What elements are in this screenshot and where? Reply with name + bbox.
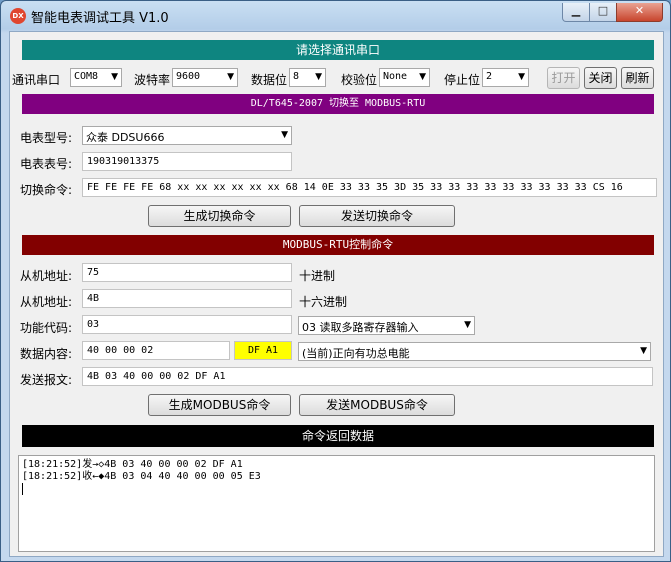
text-cursor (22, 483, 23, 495)
close-icon: ✕ (634, 4, 645, 17)
slave-addr-dec-value: 75 (87, 267, 100, 278)
app-window: DX 智能电表调试工具 V1.0 ▁ □ ✕ 请选择通讯串口 通讯串口 COM8… (0, 0, 671, 562)
chevron-down-icon: ▼ (640, 346, 647, 356)
slave-addr-hex-input[interactable]: 4B (82, 289, 292, 308)
close-window-button[interactable]: ✕ (616, 3, 663, 22)
send-message-label: 发送报文: (20, 373, 73, 387)
crc-value: DF A1 (247, 345, 279, 356)
send-message-value: 4B 03 40 00 00 02 DF A1 (87, 371, 226, 382)
data-content-input[interactable]: 40 00 00 02 (82, 341, 230, 360)
slave-addr-dec-unit: 十进制 (299, 269, 336, 283)
modbus-header: MODBUS-RTU控制命令 (22, 235, 654, 255)
minimize-button[interactable]: ▁ (562, 3, 590, 22)
meter-type-value: 众泰 DDSU666 (86, 131, 165, 144)
chevron-down-icon: ▼ (518, 72, 525, 82)
meter-type-select[interactable]: 众泰 DDSU666 ▼ (82, 126, 292, 145)
data-content-value: 40 00 00 02 (87, 345, 154, 356)
slave-addr-dec-label: 从机地址: (20, 269, 73, 283)
switch-cmd-label: 切换命令: (20, 183, 73, 197)
function-code-value: 03 (87, 319, 100, 330)
port-label: 通讯串口 (12, 73, 61, 87)
function-code-select-value: 03 读取多路寄存器输入 (302, 321, 419, 334)
convert-header: DL/T645-2007 切换至 MODBUS-RTU (22, 94, 654, 114)
chevron-down-icon: ▼ (419, 72, 426, 82)
port-select[interactable]: COM8 ▼ (70, 68, 122, 87)
databits-value: 8 (293, 71, 300, 82)
generate-modbus-command-button[interactable]: 生成MODBUS命令 (148, 394, 291, 416)
parity-label: 校验位 (341, 73, 378, 87)
serial-header: 请选择通讯串口 (22, 40, 654, 60)
switch-cmd-value: FE FE FE FE 68 xx xx xx xx xx xx 68 14 0… (87, 182, 623, 193)
refresh-ports-button[interactable]: 刷新 (621, 67, 654, 89)
slave-addr-hex-unit: 十六进制 (299, 295, 348, 309)
log-line: [18:21:52]发→◇4B 03 40 00 00 02 DF A1 (22, 459, 243, 470)
baud-label: 波特率 (134, 73, 171, 87)
window-title: 智能电表调试工具 V1.0 (31, 11, 169, 26)
chevron-down-icon: ▼ (281, 130, 288, 140)
meter-type-label: 电表型号: (20, 131, 73, 145)
databits-select[interactable]: 8 ▼ (289, 68, 326, 87)
data-content-select[interactable]: (当前)正向有功总电能 ▼ (298, 342, 651, 361)
port-value: COM8 (74, 71, 99, 82)
main-panel: 请选择通讯串口 通讯串口 COM8 ▼ 波特率 9600 ▼ 数据位 8 ▼ 校… (9, 31, 664, 557)
meter-no-label: 电表表号: (20, 157, 73, 171)
title-bar: DX 智能电表调试工具 V1.0 ▁ □ ✕ (1, 1, 670, 31)
data-content-label: 数据内容: (20, 347, 73, 361)
parity-value: None (383, 71, 408, 82)
response-log[interactable]: [18:21:52]发→◇4B 03 40 00 00 02 DF A1 [18… (18, 455, 655, 552)
baud-select[interactable]: 9600 ▼ (172, 68, 238, 87)
close-port-button[interactable]: 关闭 (584, 67, 617, 89)
chevron-down-icon: ▼ (227, 72, 234, 82)
databits-label: 数据位 (251, 73, 288, 87)
chevron-down-icon: ▼ (315, 72, 322, 82)
generate-switch-command-button[interactable]: 生成切换命令 (148, 205, 291, 227)
app-icon: DX (10, 8, 26, 24)
log-line: [18:21:52]收←◆4B 03 04 40 40 00 00 05 E3 (22, 471, 261, 482)
parity-select[interactable]: None ▼ (379, 68, 430, 87)
crc-field: DF A1 (234, 341, 292, 360)
minimize-icon: ▁ (571, 4, 581, 17)
data-content-select-value: (当前)正向有功总电能 (302, 347, 410, 360)
slave-addr-hex-label: 从机地址: (20, 295, 73, 309)
baud-value: 9600 (176, 71, 201, 82)
function-code-label: 功能代码: (20, 321, 73, 335)
function-code-select[interactable]: 03 读取多路寄存器输入 ▼ (298, 316, 475, 335)
slave-addr-hex-value: 4B (87, 293, 100, 304)
slave-addr-dec-input[interactable]: 75 (82, 263, 292, 282)
maximize-button[interactable]: □ (589, 3, 617, 22)
function-code-input[interactable]: 03 (82, 315, 292, 334)
response-header: 命令返回数据 (22, 425, 654, 447)
maximize-icon: □ (597, 4, 609, 17)
stopbits-value: 2 (486, 71, 493, 82)
stopbits-label: 停止位 (444, 73, 481, 87)
send-modbus-command-button[interactable]: 发送MODBUS命令 (299, 394, 455, 416)
send-message-input[interactable]: 4B 03 40 00 00 02 DF A1 (82, 367, 653, 386)
chevron-down-icon: ▼ (111, 72, 118, 82)
meter-no-value: 190319013375 (87, 156, 160, 167)
open-port-button[interactable]: 打开 (547, 67, 580, 89)
chevron-down-icon: ▼ (464, 320, 471, 330)
switch-cmd-input[interactable]: FE FE FE FE 68 xx xx xx xx xx xx 68 14 0… (82, 178, 657, 197)
send-switch-command-button[interactable]: 发送切换命令 (299, 205, 455, 227)
stopbits-select[interactable]: 2 ▼ (482, 68, 529, 87)
meter-no-input[interactable]: 190319013375 (82, 152, 292, 171)
